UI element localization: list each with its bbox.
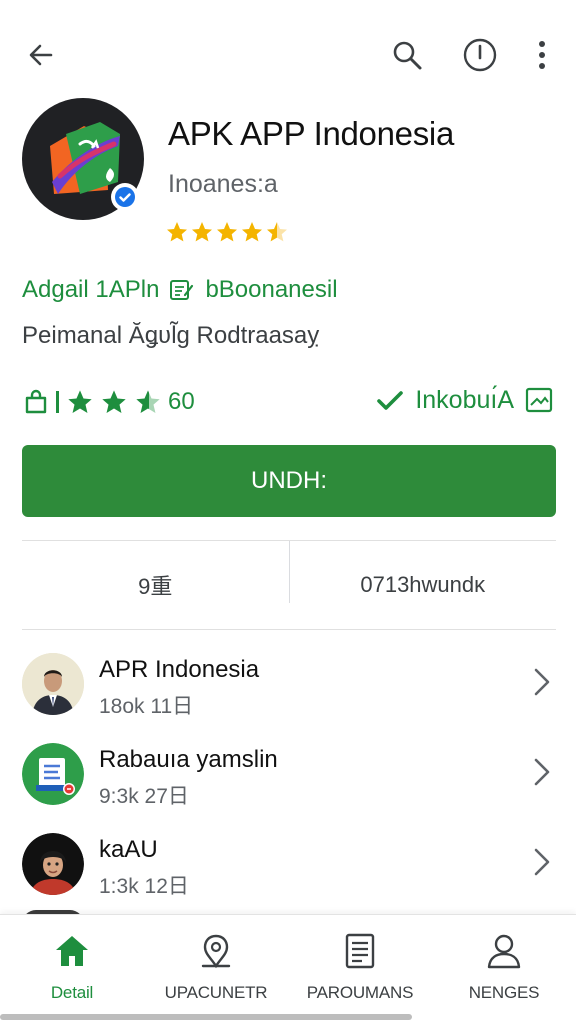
nav-label-upacunetr: UPACUNETR	[164, 983, 268, 1002]
stat-downloads: 0713hwundĸ	[360, 572, 486, 597]
half-star-icon	[136, 390, 160, 413]
install-button[interactable]: UNDH:	[22, 445, 556, 517]
search-button[interactable]	[385, 33, 429, 77]
image-icon	[525, 387, 553, 413]
person-icon	[484, 931, 524, 971]
list-item[interactable]: kaAU 1:3k 12日	[0, 820, 576, 910]
info-icon	[463, 38, 497, 72]
star-icon	[167, 222, 187, 242]
star-icon	[242, 222, 262, 242]
list-item-meta: 9:3k 27日	[99, 785, 189, 808]
nav-label-nenges: NENGES	[468, 983, 540, 1002]
nav-label-paroumans: PAROUMANS	[306, 983, 414, 1002]
document-app-icon	[22, 743, 84, 805]
app-subtitle: Peimanal Ӑǥʋl̃g Rodtraasaỵ	[22, 322, 320, 349]
document-icon	[340, 931, 380, 971]
developer-name[interactable]: Inoanes:a	[168, 170, 278, 199]
divider-bar-icon	[56, 391, 59, 413]
person-avatar-hijab	[22, 833, 84, 895]
star-icon	[68, 390, 92, 413]
person-avatar-suit	[22, 653, 84, 715]
star-icon	[217, 222, 237, 242]
back-arrow-icon	[29, 44, 53, 66]
check-icon	[377, 391, 404, 410]
verified-badge-icon	[111, 183, 139, 211]
nav-item-nenges[interactable]: NENGES	[432, 915, 576, 1024]
rating-stars	[165, 220, 289, 244]
more-options-button[interactable]	[520, 33, 564, 77]
app-title: APK APP Indonesia	[168, 115, 455, 152]
stats-bar: 9重 0713hwundĸ	[22, 540, 556, 630]
nav-item-paroumans[interactable]: PAROUMANS	[288, 915, 432, 1024]
list-item-title: APR Indonesia	[99, 656, 260, 683]
search-icon	[393, 41, 422, 70]
tagline-left: Adgail 1APln	[22, 276, 160, 303]
rating-summary: 60	[22, 388, 195, 416]
shopping-bag-icon	[25, 389, 47, 414]
list-item-meta: 18ok 11日	[99, 695, 194, 718]
list-item-title: kaAU	[99, 836, 158, 863]
chevron-right-icon	[534, 848, 550, 876]
status-text: Inkobuı́A	[415, 385, 514, 414]
nav-label-detail: Detail	[50, 983, 94, 1002]
half-star-icon	[267, 222, 287, 242]
star-icon	[102, 390, 126, 413]
star-icon	[192, 222, 212, 242]
status-indicator: Inkobuı́A	[375, 385, 554, 415]
tagline-right: bBoonanesil	[205, 276, 338, 303]
rating-value: 60	[168, 388, 195, 415]
search-person-icon	[196, 931, 236, 971]
home-icon	[52, 931, 92, 971]
list-item[interactable]: APR Indonesia 18ok 11日	[0, 640, 576, 730]
chevron-right-icon	[534, 668, 550, 696]
stat-size: 9重	[138, 574, 173, 599]
nav-item-upacunetr[interactable]: UPACUNETR	[144, 915, 288, 1024]
nav-item-detail[interactable]: Detail	[0, 915, 144, 1024]
list-item[interactable]: Rabauıa yamslin 9:3k 27日	[0, 730, 576, 820]
related-list: APR Indonesia 18ok 11日 Rabauıa yamslin 9…	[0, 640, 576, 910]
list-item-title: Rabauıa yamslin	[99, 746, 278, 773]
top-app-bar	[0, 0, 576, 110]
bottom-navigation: Detail UPACUNETR PAROUMANS NENGES	[0, 914, 576, 1024]
back-button[interactable]	[19, 33, 63, 77]
chevron-right-icon	[534, 758, 550, 786]
more-vert-icon	[539, 41, 545, 69]
list-item-meta: 1:3k 12日	[99, 875, 189, 898]
edit-note-icon	[170, 280, 194, 300]
info-button[interactable]	[458, 33, 502, 77]
tagline-row: Adgail 1APln bBoonanesil	[22, 276, 338, 304]
home-indicator	[0, 1014, 412, 1020]
